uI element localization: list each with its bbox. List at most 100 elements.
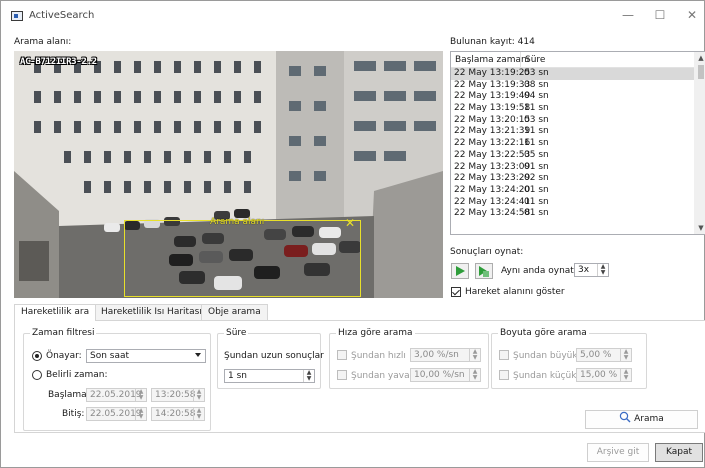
search-icon	[620, 411, 631, 423]
larger-label: Şundan büyük	[513, 351, 578, 361]
table-row[interactable]: 22 May 13:21:39 11 sn	[451, 126, 694, 138]
search-area-rectangle[interactable]	[124, 220, 361, 297]
scroll-down-icon[interactable]: ▼	[695, 222, 705, 234]
search-button[interactable]: Arama	[585, 410, 698, 429]
spinner-arrows-icon[interactable]: ▲ ▼	[620, 349, 631, 361]
column-header-duration[interactable]: Süre	[525, 55, 545, 65]
end-time-value: 14:20:58	[155, 409, 196, 419]
simultaneous-value: 3x	[578, 265, 590, 275]
spinner-arrows-icon[interactable]: ▲ ▼	[597, 264, 608, 276]
start-time-cell: 22 May 13:23:29	[454, 173, 531, 184]
search-area-label: Arama alanı:	[14, 37, 72, 47]
simultaneous-spinner[interactable]: 3x ▲ ▼	[574, 263, 609, 277]
table-row[interactable]: 22 May 13:22:16 11 sn	[451, 138, 694, 150]
duration-cell: 03 sn	[524, 114, 549, 125]
play-icon	[456, 266, 465, 276]
table-row[interactable]: 22 May 13:24:20 01 sn	[451, 185, 694, 197]
end-time-field[interactable]: 14:20:58 ▲ ▼	[151, 407, 205, 421]
table-row[interactable]: 22 May 13:24:41 01 sn	[451, 197, 694, 209]
duration-cell: 01 sn	[524, 184, 549, 195]
show-motion-area-label: Hareket alanını göster	[465, 287, 565, 297]
size-group: Boyuta göre arama Şundan büyük 5,00 % ▲ ▼…	[491, 328, 647, 389]
table-row[interactable]: 22 May 13:23:29 02 sn	[451, 173, 694, 185]
start-time-cell: 22 May 13:22:53	[454, 149, 531, 160]
start-time-cell: 22 May 13:19:49	[454, 91, 531, 102]
custom-time-label: Belirli zaman:	[46, 370, 108, 380]
start-date-value: 22.05.2019	[90, 390, 142, 400]
spinner-arrows-icon[interactable]: ▲ ▼	[193, 408, 204, 420]
time-filter-title: Zaman filtresi	[30, 328, 97, 338]
search-button-label: Arama	[634, 414, 664, 424]
tab-motion-search[interactable]: Hareketlilik ara	[14, 304, 97, 321]
smaller-checkbox[interactable]	[499, 370, 509, 380]
play-button[interactable]	[451, 263, 469, 279]
duration-cell: 11 sn	[524, 126, 549, 137]
search-area-caption: Arama alanı	[210, 217, 265, 227]
search-area-close-icon[interactable]: ✕	[345, 216, 355, 230]
start-time-field[interactable]: 13:20:58 ▲ ▼	[151, 388, 205, 402]
end-date-field[interactable]: 22.05.2019 ▲ ▼	[86, 407, 147, 421]
slower-label: Şundan yavaş	[351, 371, 415, 381]
results-scrollbar[interactable]: ▲ ▼	[694, 52, 705, 234]
slower-checkbox[interactable]	[337, 370, 347, 380]
duration-cell: 04 sn	[524, 91, 549, 102]
faster-value: 3,00 %/sn	[414, 350, 459, 360]
scroll-up-icon[interactable]: ▲	[695, 52, 705, 64]
start-date-field[interactable]: 22.05.2019 ▲ ▼	[86, 388, 147, 402]
close-window-button[interactable]: ✕	[677, 5, 705, 25]
go-to-archive-button[interactable]: Arşive git	[587, 443, 649, 462]
table-row[interactable]: 22 May 13:19:58 11 sn	[451, 103, 694, 115]
table-row[interactable]: 22 May 13:22:53 05 sn	[451, 150, 694, 162]
go-to-archive-label: Arşive git	[596, 447, 640, 457]
smaller-value: 15,00 %	[580, 370, 618, 380]
preset-select[interactable]: Son saat	[86, 349, 206, 363]
scroll-thumb[interactable]	[698, 65, 704, 79]
spinner-arrows-icon[interactable]: ▲ ▼	[469, 349, 480, 361]
faster-checkbox[interactable]	[337, 350, 347, 360]
start-time-cell: 22 May 13:21:39	[454, 126, 531, 137]
spinner-arrows-icon[interactable]: ▲ ▼	[135, 389, 146, 401]
tab-object-search[interactable]: Obje arama	[201, 304, 268, 320]
table-row[interactable]: 22 May 13:19:25 03 sn	[451, 68, 694, 80]
slower-spinner[interactable]: 10,00 %/sn ▲ ▼	[410, 368, 481, 382]
longer-than-spinner[interactable]: 1 sn ▲ ▼	[224, 369, 315, 383]
preset-radio[interactable]	[32, 351, 42, 361]
spinner-arrows-icon[interactable]: ▲ ▼	[193, 389, 204, 401]
table-row[interactable]: 22 May 13:19:33 08 sn	[451, 80, 694, 92]
close-button[interactable]: Kapat	[655, 443, 703, 462]
tab-heatmap[interactable]: Hareketlilik Isı Haritası	[94, 304, 209, 320]
column-header-start-time[interactable]: Başlama zamanı	[455, 55, 529, 65]
spinner-arrows-icon[interactable]: ▲ ▼	[620, 369, 631, 381]
start-time-cell: 22 May 13:24:20	[454, 184, 531, 195]
results-list[interactable]: Başlama zamanı Süre 22 May 13:19:25 03 sn…	[450, 51, 705, 235]
start-time-cell: 22 May 13:19:58	[454, 103, 531, 114]
larger-checkbox[interactable]	[499, 350, 509, 360]
camera-view[interactable]: AC-B712IIR3-2.2 Arama alanı ✕	[14, 51, 443, 298]
start-time-cell: 22 May 13:22:16	[454, 138, 531, 149]
start-time-cell: 22 May 13:24:58	[454, 208, 531, 219]
larger-value: 5,00 %	[580, 350, 612, 360]
maximize-button[interactable]: ☐	[645, 5, 675, 25]
faster-spinner[interactable]: 3,00 %/sn ▲ ▼	[410, 348, 481, 362]
spinner-arrows-icon[interactable]: ▲ ▼	[135, 408, 146, 420]
title-bar: ActiveSearch — ☐ ✕	[1, 1, 704, 31]
table-row[interactable]: 22 May 13:24:58 01 sn	[451, 208, 694, 220]
column-separator[interactable]	[520, 52, 521, 68]
table-row[interactable]: 22 May 13:19:49 04 sn	[451, 91, 694, 103]
longer-than-value: 1 sn	[228, 371, 247, 381]
table-row[interactable]: 22 May 13:20:15 03 sn	[451, 115, 694, 127]
spinner-arrows-icon[interactable]: ▲ ▼	[303, 370, 314, 382]
minimize-button[interactable]: —	[613, 5, 643, 25]
results-count: Bulunan kayıt: 414	[450, 37, 535, 47]
speed-group: Hıza göre arama Şundan hızlı 3,00 %/sn ▲…	[329, 328, 489, 389]
duration-cell: 01 sn	[524, 208, 549, 219]
spinner-arrows-icon[interactable]: ▲ ▼	[469, 369, 480, 381]
larger-spinner[interactable]: 5,00 % ▲ ▼	[576, 348, 632, 362]
show-motion-area-checkbox[interactable]	[451, 287, 461, 297]
play-step-button[interactable]	[475, 263, 493, 279]
custom-time-radio[interactable]	[32, 370, 42, 380]
smaller-label: Şundan küçük	[513, 371, 577, 381]
table-row[interactable]: 22 May 13:23:09 01 sn	[451, 162, 694, 174]
smaller-spinner[interactable]: 15,00 % ▲ ▼	[576, 368, 632, 382]
duration-title: Süre	[224, 328, 249, 338]
